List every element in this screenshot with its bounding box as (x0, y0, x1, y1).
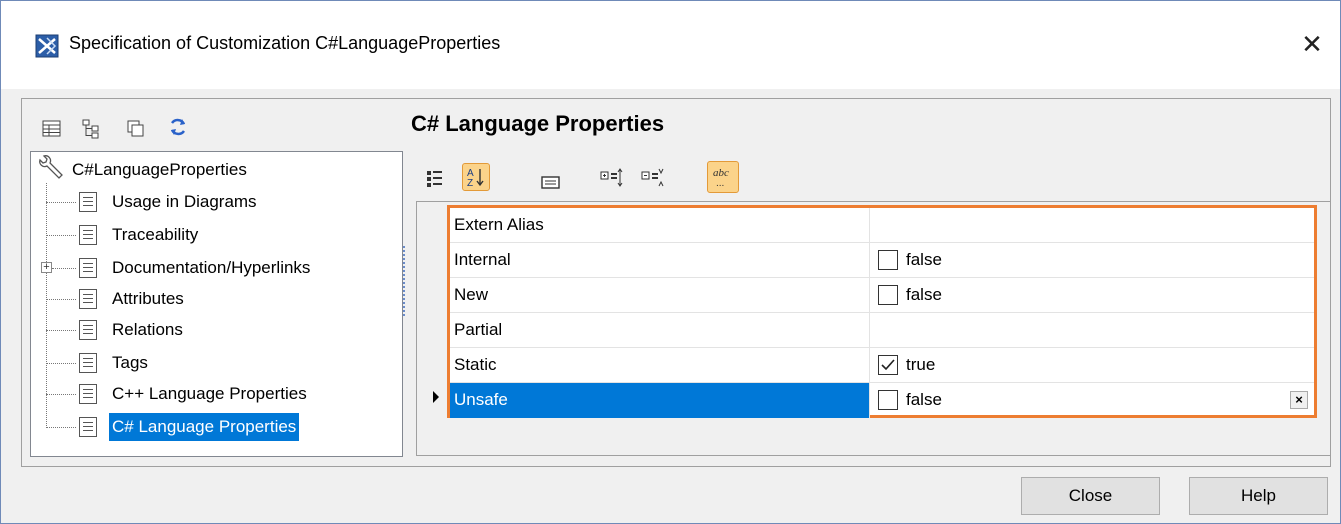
property-value-cell[interactable]: false (870, 243, 1314, 278)
page-icon (79, 192, 97, 212)
page-icon (79, 417, 97, 437)
title-bar: Specification of Customization C#Languag… (1, 1, 1340, 89)
categorized-view-icon[interactable] (421, 165, 449, 193)
property-value: false (906, 285, 942, 304)
tree-item-label: Documentation/Hyperlinks (112, 258, 311, 277)
property-value-cell[interactable]: false (870, 278, 1314, 313)
tree-connector (46, 394, 76, 395)
current-row-icon (433, 391, 439, 403)
property-name: Static (450, 348, 870, 383)
property-name: Partial (450, 313, 870, 348)
tree-root-label: C#LanguageProperties (72, 160, 247, 179)
expand-icon[interactable]: + (41, 262, 52, 273)
close-icon[interactable]: ✕ (1297, 27, 1327, 61)
property-row-static[interactable]: Static true (450, 348, 1314, 383)
tree-connector (46, 202, 76, 203)
unsafe-checkbox[interactable] (878, 390, 898, 410)
expand-all-icon[interactable] (598, 165, 626, 193)
section-title: C# Language Properties (411, 111, 665, 136)
wrench-icon (39, 155, 63, 179)
tree-item-label: Usage in Diagrams (112, 192, 257, 211)
property-value: false (906, 390, 942, 409)
tree-connector (46, 299, 76, 300)
page-icon (79, 353, 97, 373)
property-name: Internal (450, 243, 870, 278)
svg-text:...: ... (716, 178, 724, 189)
tree-item-label: C++ Language Properties (112, 384, 307, 403)
app-icon (35, 34, 59, 58)
property-value-cell[interactable] (870, 208, 1314, 243)
internal-checkbox[interactable] (878, 250, 898, 270)
tree-connector (46, 363, 76, 364)
page-icon (79, 258, 97, 278)
page-icon (79, 320, 97, 340)
property-row-unsafe[interactable]: Unsafe false × (450, 383, 1314, 418)
tree-view-icon[interactable] (81, 118, 103, 140)
description-icon[interactable] (537, 169, 565, 197)
svg-text:Z: Z (467, 178, 473, 189)
tree-item-label: Attributes (112, 289, 184, 308)
page-icon (79, 289, 97, 309)
window-title: Specification of Customization C#Languag… (69, 33, 501, 53)
tree-connector (46, 235, 76, 236)
tree-item-label: C# Language Properties (109, 413, 300, 441)
property-name: Unsafe (450, 383, 870, 418)
specification-dialog: Specification of Customization C#Languag… (0, 0, 1341, 524)
property-value-cell[interactable] (870, 313, 1314, 348)
refresh-icon[interactable] (167, 116, 189, 138)
property-value-cell[interactable]: false × (870, 383, 1314, 418)
spell-check-button[interactable]: abc ... (707, 161, 739, 193)
page-icon (79, 384, 97, 404)
tree-connector (46, 183, 47, 428)
spell-check-icon: abc ... (713, 167, 729, 189)
check-icon (881, 359, 895, 371)
tree-item-label: Relations (112, 320, 183, 339)
property-row-partial[interactable]: Partial (450, 313, 1314, 348)
copy-icon[interactable] (125, 118, 147, 140)
property-row-new[interactable]: New false (450, 278, 1314, 313)
close-button[interactable]: Close (1021, 477, 1160, 515)
property-row-internal[interactable]: Internal false (450, 243, 1314, 278)
tree-connector (46, 330, 76, 331)
sort-alphabetical-button[interactable]: A Z (462, 163, 490, 191)
property-value-cell[interactable]: true (870, 348, 1314, 383)
property-name: Extern Alias (450, 208, 870, 243)
tree-connector (52, 268, 76, 269)
tree-connector (46, 427, 76, 428)
table-view-icon[interactable] (41, 118, 63, 140)
help-button[interactable]: Help (1189, 477, 1328, 515)
properties-grid: Extern Alias Internal false New false Pa… (447, 205, 1317, 418)
static-checkbox[interactable] (878, 355, 898, 375)
property-value: true (906, 355, 936, 374)
new-checkbox[interactable] (878, 285, 898, 305)
property-row-extern-alias[interactable]: Extern Alias (450, 208, 1314, 243)
page-icon (79, 225, 97, 245)
tree-item-label: Tags (112, 353, 148, 372)
property-value: false (906, 250, 942, 269)
collapse-all-icon[interactable] (639, 165, 667, 193)
property-name: New (450, 278, 870, 313)
sort-az-icon: A Z (467, 168, 484, 189)
panel-splitter[interactable] (403, 246, 407, 316)
clear-value-button[interactable]: × (1290, 391, 1308, 409)
tree-item-label: Traceability (112, 225, 199, 244)
